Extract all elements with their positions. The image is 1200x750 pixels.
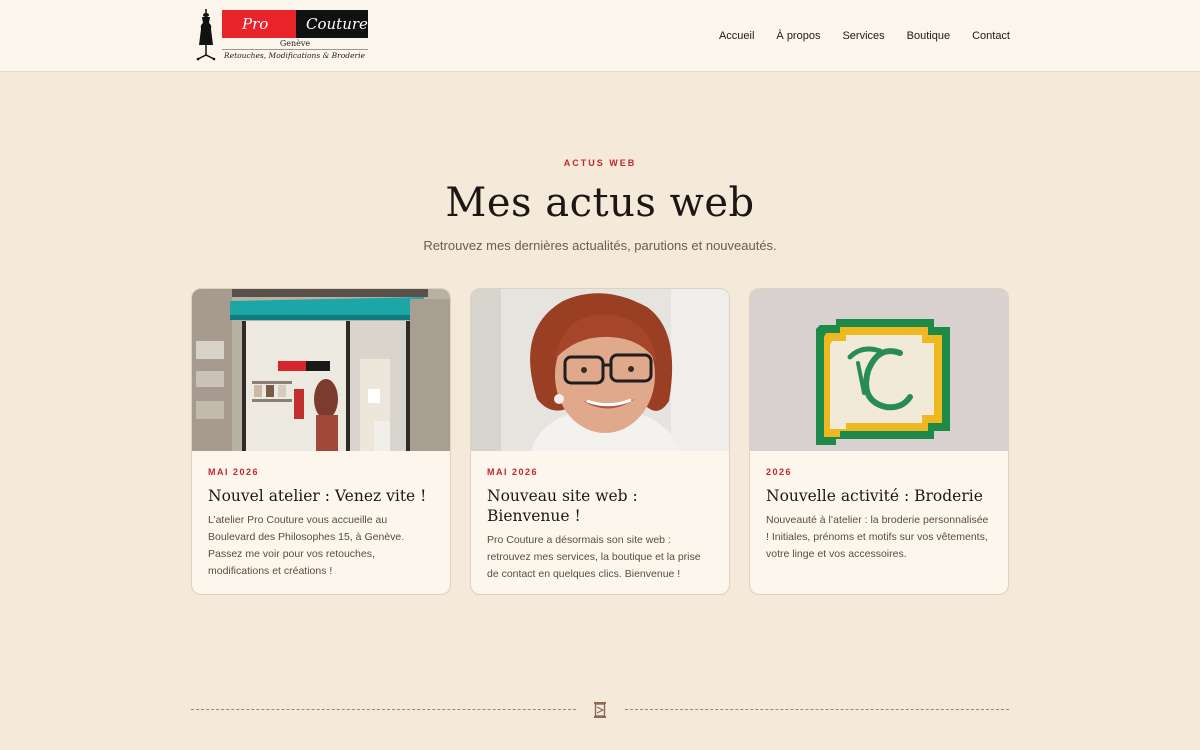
page-title: Mes actus web	[445, 180, 755, 226]
main-nav: Accueil À propos Services Boutique Conta…	[719, 28, 1010, 44]
news-card[interactable]: MAI 2026 Nouvel atelier : Venez vite ! L…	[191, 288, 451, 595]
logo-wordmark: Pro Couture	[222, 10, 368, 38]
logo-word-couture: Couture	[296, 10, 368, 38]
news-card[interactable]: MAI 2026 Nouveau site web : Bienvenue ! …	[470, 288, 730, 595]
card-title[interactable]: Nouvel atelier : Venez vite !	[208, 486, 434, 506]
divider-line-left	[191, 709, 576, 710]
nav-item-accueil[interactable]: Accueil	[719, 28, 754, 44]
mannequin-icon	[196, 9, 216, 61]
spool-icon	[594, 702, 606, 718]
section-divider	[191, 700, 1009, 720]
card-date: 2026	[766, 467, 793, 477]
card-date: MAI 2026	[487, 467, 539, 477]
logo-tagline: Retouches, Modifications & Broderie	[224, 51, 365, 60]
shop-front-photo	[192, 289, 450, 451]
card-excerpt: Pro Couture a désormais son site web : r…	[487, 534, 701, 580]
card-excerpt: Nouveauté à l’atelier : la broderie pers…	[766, 514, 989, 560]
nav-item-boutique[interactable]: Boutique	[907, 28, 950, 44]
logo-word-pro: Pro	[222, 10, 296, 38]
nav-item-contact[interactable]: Contact	[972, 28, 1010, 44]
portrait-photo	[471, 289, 729, 451]
nav-item-a-propos[interactable]: À propos	[776, 28, 820, 44]
card-title[interactable]: Nouveau site web : Bienvenue !	[487, 486, 713, 526]
brand-logo[interactable]: Pro Couture Genève Retouches, Modificati…	[192, 9, 370, 63]
news-card[interactable]: 2026 Nouvelle activité : Broderie Nouvea…	[749, 288, 1009, 595]
site-header: Pro Couture Genève Retouches, Modificati…	[0, 0, 1200, 72]
section-subtitle: Retrouvez mes dernières actualités, paru…	[423, 238, 777, 253]
card-date: MAI 2026	[208, 467, 260, 477]
news-card-list: MAI 2026 Nouvel atelier : Venez vite ! L…	[191, 288, 1009, 595]
section-eyebrow: ACTUS WEB	[563, 158, 637, 168]
divider-line-right	[625, 709, 1009, 710]
embroidery-photo	[750, 289, 1008, 451]
card-title[interactable]: Nouvelle activité : Broderie	[766, 486, 992, 506]
nav-item-services[interactable]: Services	[842, 28, 884, 44]
logo-city: Genève	[222, 39, 368, 50]
card-excerpt: L’atelier Pro Couture vous accueille au …	[208, 514, 405, 577]
